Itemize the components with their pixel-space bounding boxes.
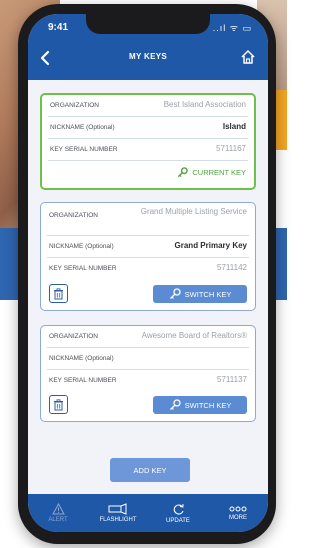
nickname-value: Island	[222, 122, 246, 131]
organization-label: ORGANIZATION	[49, 212, 98, 219]
status-time: 9:41	[48, 22, 69, 33]
serial-value: 5711142	[217, 263, 247, 272]
home-button[interactable]	[238, 47, 258, 67]
switch-key-label: SWITCH KEY	[184, 289, 232, 299]
tab-flashlight-label: FLASHLIGHT	[99, 517, 137, 523]
nickname-value: Grand Primary Key	[174, 241, 247, 250]
nickname-label: NICKNAME (Optional)	[50, 124, 115, 131]
serial-value: 5711137	[217, 375, 247, 384]
tab-update[interactable]: UPDATE	[148, 494, 208, 532]
phone-screen: 9:41 ..ıl ᯤ ▭ MY KEYS ORGANIZATION Best …	[28, 14, 268, 532]
delete-key-button[interactable]	[49, 395, 68, 414]
bottom-tab-bar: ALERT FLASHLIGHT UPDATE MORE	[28, 494, 268, 532]
nickname-row: NICKNAME (Optional)	[47, 348, 249, 370]
nickname-label: NICKNAME (Optional)	[49, 243, 114, 250]
organization-row: ORGANIZATION Best Island Association	[48, 95, 248, 117]
switch-key-label: SWITCH KEY	[184, 400, 232, 410]
page-title: MY KEYS	[129, 52, 167, 61]
key-card[interactable]: ORGANIZATION Grand Multiple Listing Serv…	[40, 202, 256, 311]
trash-icon	[54, 287, 63, 299]
current-key-badge: CURRENT KEY	[177, 167, 246, 178]
tab-more-label: MORE	[229, 515, 247, 521]
phone-notch	[86, 14, 210, 34]
organization-label: ORGANIZATION	[49, 333, 98, 340]
nickname-row: NICKNAME (Optional) Island	[48, 117, 248, 139]
serial-label: KEY SERIAL NUMBER	[49, 377, 117, 384]
key-icon	[178, 167, 189, 178]
serial-value: 5711167	[216, 144, 246, 153]
serial-row: KEY SERIAL NUMBER 5711142	[47, 258, 249, 279]
flashlight-icon	[108, 503, 127, 515]
more-icon	[229, 506, 247, 512]
current-key-label: CURRENT KEY	[192, 168, 246, 177]
organization-value: Awesome Board of Realtors®	[141, 331, 247, 340]
home-icon	[241, 50, 255, 64]
key-card-current[interactable]: ORGANIZATION Best Island Association NIC…	[40, 93, 256, 190]
tab-update-label: UPDATE	[166, 517, 190, 524]
switch-key-button[interactable]: SWITCH KEY	[153, 396, 247, 414]
organization-value: Grand Multiple Listing Service	[140, 207, 247, 216]
tab-alert-label: ALERT	[48, 517, 68, 523]
key-icon	[169, 399, 181, 410]
nickname-label: NICKNAME (Optional)	[49, 355, 114, 362]
serial-label: KEY SERIAL NUMBER	[49, 265, 117, 272]
alert-icon	[51, 503, 65, 515]
serial-label: KEY SERIAL NUMBER	[50, 146, 118, 153]
keys-list: ORGANIZATION Best Island Association NIC…	[28, 80, 268, 460]
organization-label: ORGANIZATION	[50, 102, 99, 109]
organization-value: Best Island Association	[163, 100, 246, 109]
update-icon	[173, 503, 184, 515]
tab-more[interactable]: MORE	[208, 494, 268, 532]
tab-flashlight[interactable]: FLASHLIGHT	[88, 494, 148, 532]
key-card[interactable]: ORGANIZATION Awesome Board of Realtors® …	[40, 325, 256, 422]
trash-icon	[54, 398, 63, 410]
serial-row: KEY SERIAL NUMBER 5711167	[48, 139, 248, 161]
nickname-row: NICKNAME (Optional) Grand Primary Key	[47, 236, 249, 258]
delete-key-button[interactable]	[49, 284, 68, 303]
switch-key-button[interactable]: SWITCH KEY	[153, 285, 247, 303]
status-icons: ..ıl ᯤ ▭	[212, 23, 252, 33]
key-icon	[169, 288, 181, 299]
organization-row: ORGANIZATION Awesome Board of Realtors®	[47, 326, 249, 348]
organization-row: ORGANIZATION Grand Multiple Listing Serv…	[47, 203, 249, 236]
tab-alert[interactable]: ALERT	[28, 494, 88, 532]
add-key-button[interactable]: ADD KEY	[110, 458, 190, 482]
serial-row: KEY SERIAL NUMBER 5711137	[47, 370, 249, 391]
